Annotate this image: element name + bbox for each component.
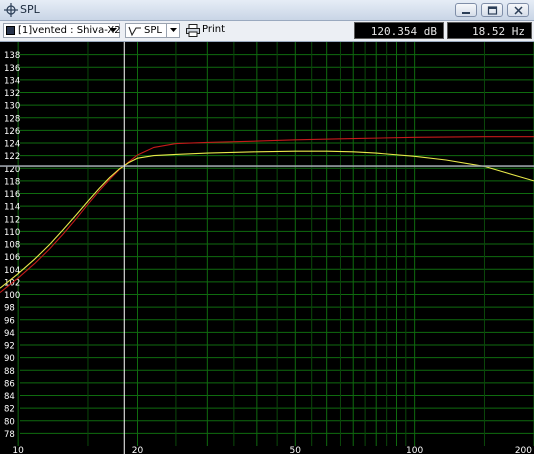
- y-tick-label: 92: [4, 342, 15, 352]
- curve-swatch-icon: [6, 26, 15, 35]
- maximize-icon: [487, 6, 498, 15]
- print-label: Print: [202, 24, 226, 35]
- close-button[interactable]: [507, 3, 529, 17]
- y-tick-label: 80: [4, 417, 15, 427]
- minimize-icon: [462, 12, 470, 14]
- y-tick-label: 124: [4, 140, 20, 150]
- toolbar: [1]vented : Shiva-X2 SPL Print 120.354 d…: [0, 21, 534, 42]
- y-tick-label: 138: [4, 51, 20, 61]
- spl-chart[interactable]: 7880828486889092949698100102104106108110…: [0, 42, 534, 454]
- y-tick-label: 88: [4, 367, 15, 377]
- y-tick-label: 94: [4, 329, 15, 339]
- maximize-button[interactable]: [481, 3, 503, 17]
- y-tick-label: 86: [4, 379, 15, 389]
- plot-background: [0, 42, 534, 454]
- curve-select-value: [1]vented : Shiva-X2: [18, 25, 121, 36]
- y-tick-label: 130: [4, 102, 20, 112]
- y-tick-label: 82: [4, 405, 15, 415]
- spl-select[interactable]: SPL: [125, 23, 180, 38]
- y-tick-label: 128: [4, 114, 20, 124]
- y-tick-label: 98: [4, 304, 15, 314]
- close-icon: [514, 6, 523, 15]
- y-tick-label: 118: [4, 177, 20, 187]
- y-tick-label: 90: [4, 354, 15, 364]
- y-tick-label: 116: [4, 190, 20, 200]
- y-tick-label: 96: [4, 316, 15, 326]
- x-tick-label: 50: [290, 446, 302, 454]
- printer-icon: [186, 24, 200, 37]
- chevron-down-icon: [170, 28, 177, 32]
- y-tick-label: 84: [4, 392, 15, 402]
- x-tick-label: 20: [132, 446, 144, 454]
- hz-readout: 18.52 Hz: [447, 22, 532, 39]
- y-tick-label: 100: [4, 291, 20, 301]
- x-tick-label: 10: [12, 446, 24, 454]
- y-tick-label: 110: [4, 228, 20, 238]
- y-tick-label: 106: [4, 253, 20, 263]
- spl-select-value: SPL: [144, 25, 162, 36]
- print-button[interactable]: Print: [186, 23, 230, 38]
- crosshair-icon: [4, 3, 18, 17]
- y-tick-label: 132: [4, 89, 20, 99]
- y-tick-label: 114: [4, 203, 20, 213]
- window-title: SPL: [20, 3, 40, 16]
- y-tick-label: 112: [4, 215, 20, 225]
- curve-select[interactable]: [1]vented : Shiva-X2: [3, 23, 121, 38]
- y-tick-label: 136: [4, 64, 20, 74]
- curve-type-icon: [128, 26, 141, 37]
- y-tick-label: 126: [4, 127, 20, 137]
- y-tick-label: 134: [4, 76, 20, 86]
- x-tick-label: 200: [515, 446, 532, 454]
- db-readout: 120.354 dB: [354, 22, 444, 39]
- y-tick-label: 122: [4, 152, 20, 162]
- y-tick-label: 78: [4, 430, 15, 440]
- chevron-down-icon: [110, 28, 117, 32]
- window-titlebar: SPL: [0, 0, 534, 21]
- minimize-button[interactable]: [455, 3, 477, 17]
- x-tick-label: 100: [406, 446, 423, 454]
- y-tick-label: 108: [4, 241, 20, 251]
- spl-select-divider: [166, 23, 167, 38]
